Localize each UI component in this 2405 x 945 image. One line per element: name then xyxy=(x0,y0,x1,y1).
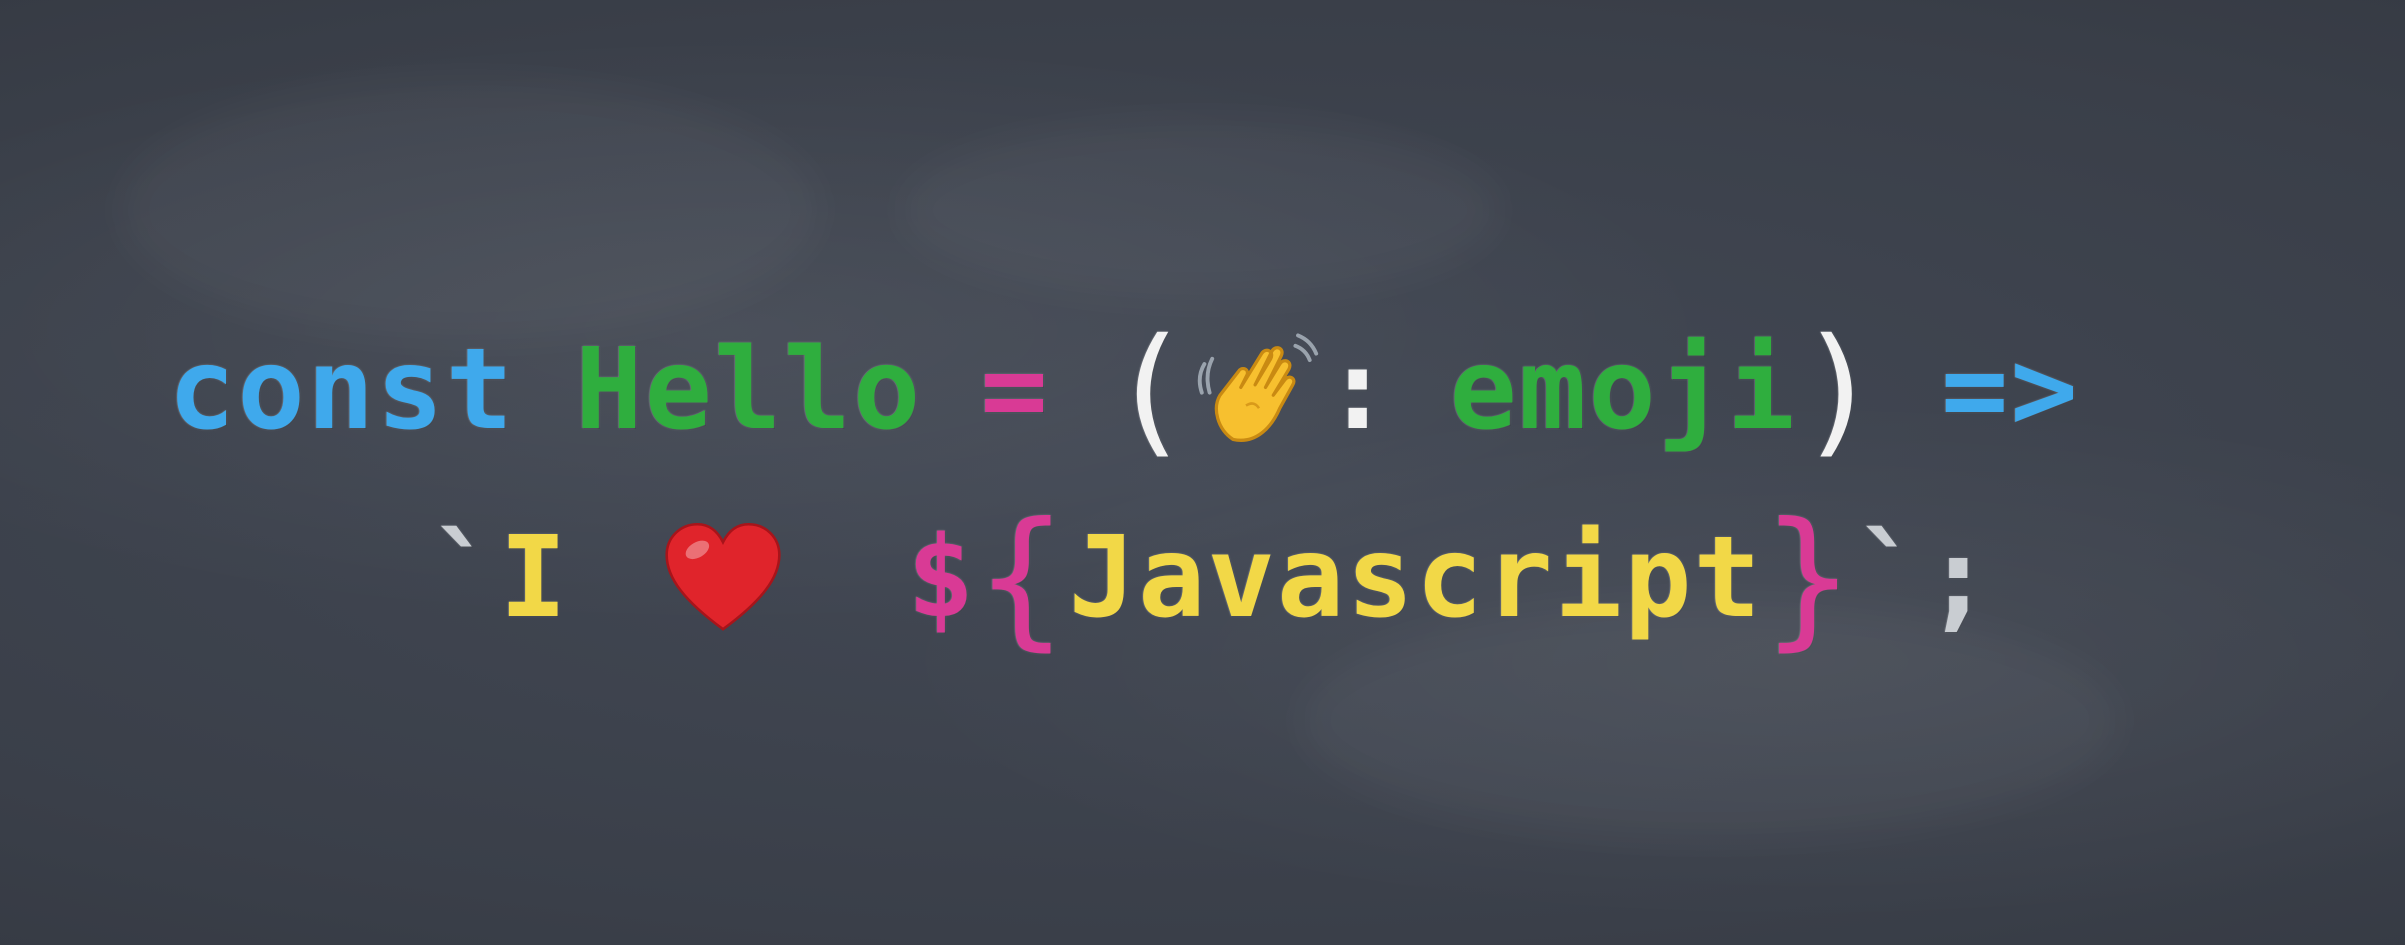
open-backtick: ` xyxy=(430,513,500,643)
waving-hand-icon-graphic xyxy=(1197,333,1319,442)
red-heart-icon xyxy=(659,514,787,642)
close-brace: } xyxy=(1762,491,1856,665)
chalk-smudge xyxy=(120,80,820,340)
function-name: Hello xyxy=(575,325,923,455)
code-line-1: const Hello = ( : emoji ) => xyxy=(168,308,2080,472)
dollar-sign: $ xyxy=(906,513,977,643)
open-paren: ( xyxy=(1107,308,1195,472)
red-heart-icon-graphic xyxy=(665,522,781,631)
code-line-2: ` I $ { Javascript } ` ; xyxy=(430,488,1994,668)
semicolon: ; xyxy=(1924,513,1995,643)
param-type: emoji xyxy=(1449,325,1797,455)
const-keyword: const xyxy=(168,325,516,455)
word-i: I xyxy=(499,513,569,643)
chalk-smudge xyxy=(900,120,1500,300)
colon: : xyxy=(1324,325,1394,455)
equals-operator: = xyxy=(980,325,1050,455)
interpolated-text: Javascript xyxy=(1068,513,1763,643)
chalkboard: const Hello = ( : emoji ) => ` I $ {Jav… xyxy=(0,0,2405,945)
open-brace: { xyxy=(976,491,1069,665)
close-backtick: ` xyxy=(1855,513,1925,643)
waving-hand-icon xyxy=(1194,325,1324,455)
arrow-operator: => xyxy=(1940,325,2080,455)
close-paren: ) xyxy=(1796,308,1883,472)
